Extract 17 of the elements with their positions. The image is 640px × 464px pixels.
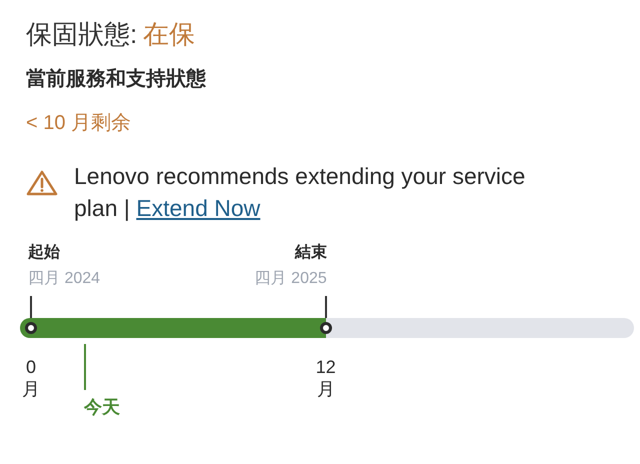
end-label: 結束	[294, 242, 327, 263]
end-date: 四月 2025	[254, 269, 327, 289]
warning-icon	[26, 170, 58, 196]
extend-now-link[interactable]: Extend Now	[136, 195, 260, 221]
section-title: 當前服務和支持狀態	[26, 67, 207, 92]
warranty-label: 保固狀態:	[26, 18, 138, 51]
start-date: 四月 2024	[28, 269, 100, 289]
tick-unit: 月	[22, 378, 40, 400]
today-label: 今天	[84, 396, 120, 419]
today-marker	[84, 344, 86, 390]
tick-number: 12	[316, 356, 336, 378]
tick-number: 0	[26, 356, 36, 378]
tick-unit: 月	[316, 378, 335, 400]
warranty-status: 在保	[143, 18, 196, 51]
remaining-time: < 10 月剩余	[26, 111, 132, 136]
notice-text: Lenovo recommends extending your service plan | Extend Now	[74, 162, 526, 223]
start-label: 起始	[28, 242, 61, 263]
